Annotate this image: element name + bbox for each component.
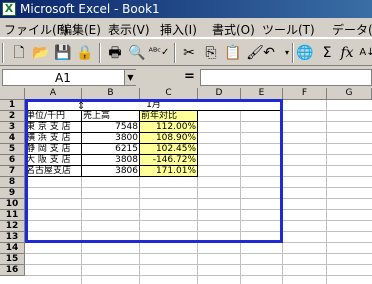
branch-cell[interactable]: 東 京 支 店 xyxy=(25,122,82,133)
standard-toolbar: 🗋 📂 💾 🔒 🖶 🔍 ᴬᴮᶜ✓ ✂ ⎘ 📋 🖌 ↶ ▾ 🌐 Σ fx A↓ xyxy=(0,38,372,66)
ratio-cell[interactable]: -146.72% xyxy=(140,155,198,166)
row-header[interactable]: 9 xyxy=(0,188,25,199)
sort-ascending-icon[interactable]: A↓ xyxy=(356,42,372,64)
header-ratio-cell[interactable]: 前年対比 xyxy=(140,111,198,122)
column-header-d[interactable]: D xyxy=(198,88,241,100)
window-title: Microsoft Excel - Book1 xyxy=(20,2,160,16)
hyperlink-icon[interactable]: 🌐 xyxy=(294,42,316,64)
gridline-col xyxy=(326,100,327,284)
row-header[interactable]: 13 xyxy=(0,232,25,243)
print-preview-icon[interactable]: 🔍 xyxy=(126,42,148,64)
branch-cell[interactable]: 横 浜 支 店 xyxy=(25,133,82,144)
ratio-cell[interactable]: 112.00% xyxy=(140,122,198,133)
sales-cell[interactable]: 3800 xyxy=(82,133,140,144)
ratio-cell[interactable]: 171.01% xyxy=(140,166,198,177)
new-file-icon[interactable]: 🗋 xyxy=(8,42,30,64)
ratio-cell[interactable]: 108.90% xyxy=(140,133,198,144)
open-folder-icon[interactable]: 📂 xyxy=(30,42,52,64)
row-header[interactable]: 15 xyxy=(0,254,25,265)
row-header[interactable]: 14 xyxy=(0,243,25,254)
menu-insert[interactable]: 挿入(I) xyxy=(160,21,197,38)
copy-icon[interactable]: ⎘ xyxy=(200,42,222,64)
gridline-col xyxy=(240,100,241,284)
sheet-title-cell[interactable]: 1月 xyxy=(25,100,283,111)
formula-bar: A1 ▼ = xyxy=(0,66,372,88)
name-box[interactable]: A1 ▼ xyxy=(2,69,136,86)
permission-icon[interactable]: 🔒 xyxy=(74,42,96,64)
column-header-e[interactable]: E xyxy=(241,88,283,100)
row-header[interactable]: 11 xyxy=(0,210,25,221)
menu-data[interactable]: データ(D) xyxy=(332,21,372,38)
excel-app-icon[interactable]: X xyxy=(2,2,16,16)
paste-icon[interactable]: 📋 xyxy=(222,42,244,64)
row-header[interactable]: 6 xyxy=(0,155,25,166)
menu-bar: ファイル(F) 編集(E) 表示(V) 挿入(I) 書式(O) ツール(T) デ… xyxy=(0,18,372,38)
row-header[interactable]: 16 xyxy=(0,265,25,276)
sales-cell[interactable]: 6215 xyxy=(82,144,140,155)
row-header[interactable]: 5 xyxy=(0,144,25,155)
toolbar-grip[interactable] xyxy=(2,43,4,63)
branch-cell[interactable]: 大 阪 支 店 xyxy=(25,155,82,166)
branch-cell[interactable]: 名古屋支店 xyxy=(25,166,82,177)
menu-view[interactable]: 表示(V) xyxy=(108,21,150,38)
column-header-g[interactable]: G xyxy=(327,88,372,100)
sales-cell[interactable]: 3806 xyxy=(82,166,140,177)
menu-file[interactable]: ファイル(F) xyxy=(4,21,68,38)
select-all-corner[interactable] xyxy=(0,88,25,100)
save-icon[interactable]: 💾 xyxy=(52,42,74,64)
row-header[interactable]: 1 xyxy=(0,100,25,111)
equals-icon[interactable]: = xyxy=(184,69,195,84)
row-header[interactable]: 8 xyxy=(0,177,25,188)
column-header-c[interactable]: C xyxy=(140,88,198,100)
name-box-value: A1 xyxy=(55,71,71,85)
column-header-b[interactable]: B xyxy=(82,88,140,100)
toolbar-separator xyxy=(99,43,101,63)
column-header-a[interactable]: A xyxy=(25,88,82,100)
gridline-col xyxy=(282,100,283,284)
row-header[interactable]: 3 xyxy=(0,122,25,133)
row-header[interactable]: 2 xyxy=(0,111,25,122)
ratio-cell[interactable]: 102.45% xyxy=(140,144,198,155)
print-icon[interactable]: 🖶 xyxy=(104,42,126,64)
column-header-f[interactable]: F xyxy=(283,88,327,100)
chevron-down-icon[interactable]: ▼ xyxy=(124,70,136,85)
row-header[interactable]: 4 xyxy=(0,133,25,144)
branch-cell[interactable]: 静 岡 支 店 xyxy=(25,144,82,155)
header-sales-cell[interactable]: 売上高 xyxy=(82,111,140,122)
toolbar-separator xyxy=(174,43,176,63)
row-header[interactable]: 7 xyxy=(0,166,25,177)
sales-cell[interactable]: 3808 xyxy=(82,155,140,166)
menu-edit[interactable]: 編集(E) xyxy=(60,21,101,38)
formula-input[interactable] xyxy=(200,69,372,86)
cut-icon[interactable]: ✂ xyxy=(178,42,200,64)
spell-check-icon[interactable]: ᴬᴮᶜ✓ xyxy=(148,42,170,64)
title-bar: X Microsoft Excel - Book1 xyxy=(0,0,372,18)
autosum-icon[interactable]: Σ xyxy=(316,42,338,64)
header-unit-cell[interactable]: 単位/千円 xyxy=(25,111,82,122)
worksheet-grid[interactable]: A B C D E F G 1 2 3 4 5 6 7 8 9 10 11 12… xyxy=(0,88,372,284)
menu-format[interactable]: 書式(O) xyxy=(212,21,255,38)
resize-cursor-icon: ⇕ xyxy=(77,101,86,112)
sales-cell[interactable]: 7548 xyxy=(82,122,140,133)
row-header[interactable]: 12 xyxy=(0,221,25,232)
menu-tools[interactable]: ツール(T) xyxy=(262,21,315,38)
function-icon[interactable]: fx xyxy=(336,42,358,64)
row-header[interactable]: 10 xyxy=(0,199,25,210)
